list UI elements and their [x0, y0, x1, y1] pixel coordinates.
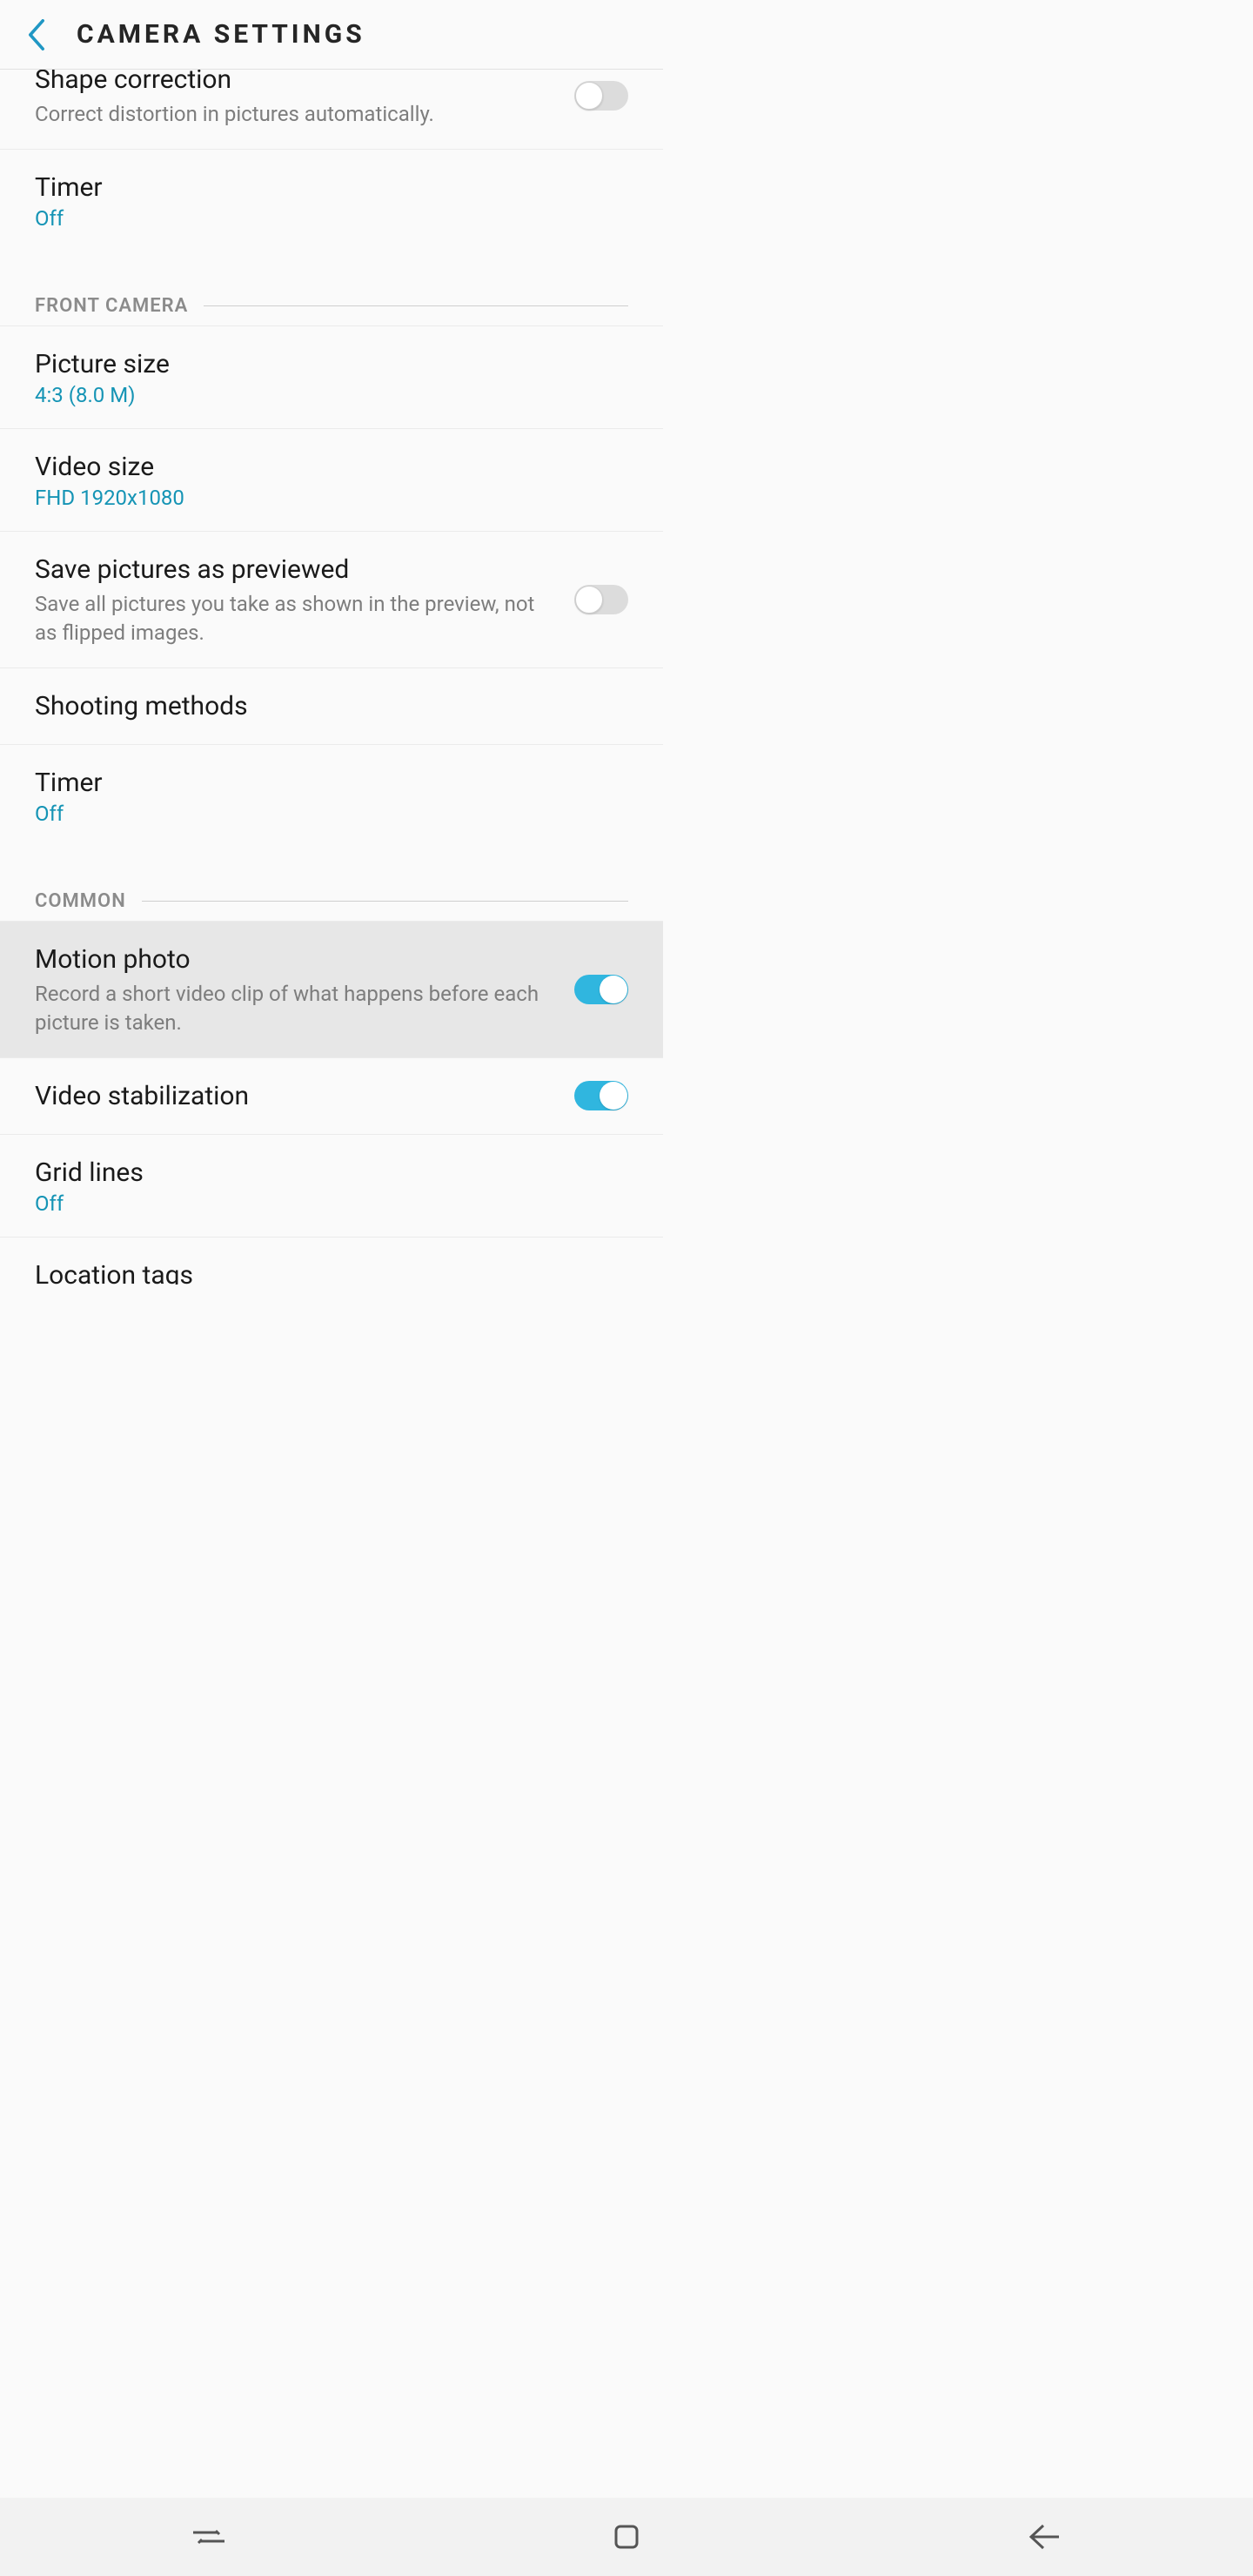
setting-title: Timer [35, 171, 611, 205]
toggle-motion-photo[interactable] [574, 975, 628, 1004]
setting-motion-photo[interactable]: Motion photo Record a short video clip o… [0, 921, 663, 1057]
back-icon[interactable] [10, 9, 63, 61]
toggle-shape-correction[interactable] [574, 81, 628, 111]
setting-value: 4:3 (8.0 M) [35, 383, 611, 407]
setting-video-stabilization[interactable]: Video stabilization [0, 1057, 663, 1134]
setting-title: Save pictures as previewed [35, 553, 557, 587]
section-header-common: COMMON [0, 847, 663, 921]
recent-apps-icon[interactable] [174, 2515, 244, 2559]
setting-video-size[interactable]: Video size FHD 1920x1080 [0, 428, 663, 531]
setting-timer-front[interactable]: Timer Off [0, 744, 663, 847]
setting-value: FHD 1920x1080 [35, 486, 611, 510]
setting-title: Video size [35, 450, 611, 484]
setting-value: Off [35, 206, 611, 231]
setting-desc: Save all pictures you take as shown in t… [35, 590, 557, 647]
setting-location-tags[interactable]: Location tags Attach, embed, and store g… [0, 1237, 663, 1285]
setting-value: Off [35, 1191, 611, 1216]
setting-shape-correction[interactable]: Shape correction Correct distortion in p… [0, 70, 663, 149]
home-icon[interactable] [592, 2515, 661, 2559]
setting-save-as-previewed[interactable]: Save pictures as previewed Save all pict… [0, 531, 663, 667]
section-header-front-camera: FRONT CAMERA [0, 252, 663, 325]
setting-desc: Record a short video clip of what happen… [35, 980, 557, 1036]
setting-title: Grid lines [35, 1156, 611, 1190]
system-nav-bar [0, 2498, 1253, 2576]
toggle-save-as-previewed[interactable] [574, 585, 628, 614]
setting-picture-size[interactable]: Picture size 4:3 (8.0 M) [0, 325, 663, 428]
setting-title: Motion photo [35, 943, 557, 976]
setting-title: Picture size [35, 347, 611, 381]
setting-title: Location tags [35, 1258, 557, 1285]
setting-value: Off [35, 802, 611, 826]
toggle-video-stabilization[interactable] [574, 1081, 628, 1110]
setting-desc: Correct distortion in pictures automatic… [35, 100, 557, 128]
setting-timer-rear[interactable]: Timer Off [0, 149, 663, 252]
setting-title: Shape correction [35, 70, 557, 97]
page-title: CAMERA SETTINGS [77, 19, 365, 50]
app-bar: CAMERA SETTINGS [0, 0, 663, 70]
back-nav-icon[interactable] [1009, 2515, 1079, 2559]
setting-grid-lines[interactable]: Grid lines Off [0, 1134, 663, 1237]
setting-title: Timer [35, 766, 611, 800]
settings-list[interactable]: Shape correction Correct distortion in p… [0, 70, 663, 1285]
setting-title: Shooting methods [35, 689, 611, 723]
setting-shooting-methods[interactable]: Shooting methods [0, 667, 663, 744]
setting-title: Video stabilization [35, 1079, 557, 1113]
